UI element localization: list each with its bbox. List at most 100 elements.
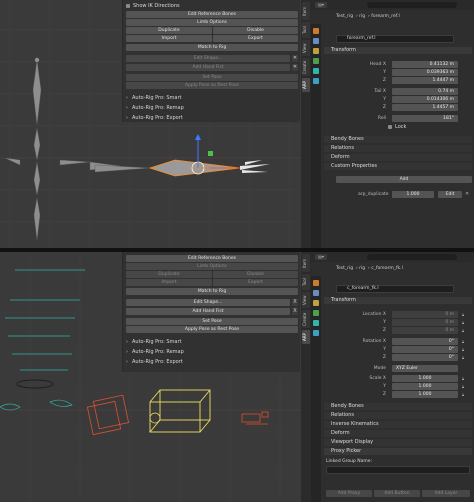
hand-fist-close-icon[interactable]: ✕: [292, 64, 298, 71]
disable-button-b[interactable]: Disable: [213, 271, 298, 278]
import-button-b[interactable]: Import: [126, 279, 212, 286]
tab-tool-b[interactable]: Tool: [302, 274, 310, 290]
tab-arp-b[interactable]: ARP: [302, 330, 310, 344]
transform-header-b[interactable]: Transform: [324, 297, 472, 304]
tail-y-field[interactable]: 0.014306 m: [392, 96, 458, 103]
deform-header[interactable]: Deform: [324, 154, 472, 161]
section-smart[interactable]: › Auto-Rig Pro: Smart: [126, 95, 181, 101]
edit-shape-button[interactable]: Edit Shape...: [126, 55, 290, 62]
teal-controllers[interactable]: [5, 269, 85, 371]
output-tab-icon[interactable]: [313, 48, 319, 54]
rot-x-field[interactable]: 0°: [392, 338, 458, 345]
lock-icon[interactable]: 🔒︎: [462, 376, 464, 381]
lock-icon[interactable]: 🔒︎: [462, 355, 464, 360]
section-smart-b[interactable]: › Auto-Rig Pro: Smart: [126, 339, 181, 345]
loc-x-field[interactable]: 0 m: [392, 311, 458, 318]
limb-options-button-b[interactable]: Limb Options: [126, 263, 298, 270]
bendy-bones-header[interactable]: Bendy Bones: [324, 136, 472, 143]
deform-header-b[interactable]: Deform: [324, 430, 472, 437]
add-hand-fist-button-b[interactable]: Add Hand Fist: [126, 308, 290, 315]
limb-options-button[interactable]: Limb Options: [126, 19, 298, 26]
duplicate-button-b[interactable]: Duplicate: [126, 271, 212, 278]
set-pose-button[interactable]: Set Pose: [126, 74, 298, 81]
bone-name-field-b[interactable]: c_forearm_fk.l: [336, 285, 454, 293]
add-proxy-button[interactable]: Add Proxy: [326, 490, 372, 497]
linked-group-input[interactable]: [326, 466, 470, 474]
root-circle[interactable]: [16, 379, 54, 389]
bendy-bones-header-b[interactable]: Bendy Bones: [324, 403, 472, 410]
lock-checkbox[interactable]: [388, 125, 392, 129]
render-tab-icon-b[interactable]: [313, 290, 319, 296]
tool-tab-icon[interactable]: [313, 28, 319, 34]
lock-icon[interactable]: 🔒︎: [462, 312, 464, 317]
spine-bones[interactable]: [4, 59, 121, 241]
scale-z-field[interactable]: 1.000: [392, 391, 458, 398]
output-tab-icon-b[interactable]: [313, 300, 319, 306]
rotation-mode-select[interactable]: XYZ Euler: [392, 365, 458, 372]
export-button[interactable]: Export: [213, 35, 298, 42]
custom-prop-value[interactable]: 1.000: [392, 191, 434, 198]
section-export[interactable]: › Auto-Rig Pro: Export: [126, 115, 183, 121]
area-divider[interactable]: [0, 248, 474, 252]
finger-bones[interactable]: [240, 160, 270, 173]
edit-shape-button-b[interactable]: Edit Shape...: [126, 299, 290, 306]
tab-view[interactable]: View: [302, 40, 310, 56]
apply-pose-button[interactable]: Apply Pose as Rest Pose: [126, 82, 298, 89]
lock-icon[interactable]: 🔒︎: [462, 320, 464, 325]
tab-create-b[interactable]: Create: [302, 310, 310, 328]
lock-icon[interactable]: 🔒︎: [462, 339, 464, 344]
edit-property-button[interactable]: Edit: [438, 191, 462, 198]
section-export-b[interactable]: › Auto-Rig Pro: Export: [126, 359, 183, 365]
tab-view-b[interactable]: View: [302, 292, 310, 308]
red-arm-controls[interactable]: [86, 394, 269, 436]
remove-property-icon[interactable]: ✕: [465, 191, 469, 197]
apply-pose-button-b[interactable]: Apply Pose as Rest Pose: [126, 326, 298, 333]
set-pose-button-b[interactable]: Set Pose: [126, 318, 298, 325]
export-button-b[interactable]: Export: [213, 279, 298, 286]
transform-header[interactable]: Transform: [324, 47, 472, 54]
lock-icon[interactable]: 🔒︎: [462, 384, 464, 389]
disable-button[interactable]: Disable: [213, 27, 298, 34]
edit-shape-close-icon[interactable]: ✕: [292, 55, 298, 62]
gizmo-plane-handle[interactable]: [208, 151, 213, 156]
show-ik-checkbox[interactable]: [126, 4, 130, 8]
match-to-rig-button[interactable]: Match to Rig: [126, 44, 298, 51]
lock-icon[interactable]: 🔒︎: [462, 392, 464, 397]
ik-header[interactable]: Inverse Kinematics: [324, 421, 472, 428]
section-remap[interactable]: › Auto-Rig Pro: Remap: [126, 105, 184, 111]
match-to-rig-button-b[interactable]: Match to Rig: [126, 288, 298, 295]
relations-header-b[interactable]: Relations: [324, 412, 472, 419]
bone-tab-icon-b[interactable]: [313, 320, 319, 326]
bone-name-field[interactable]: forearm_ref.l: [336, 35, 454, 43]
custom-properties-header[interactable]: Custom Properties: [324, 163, 472, 170]
rot-z-field[interactable]: 0°: [392, 354, 458, 361]
rot-y-field[interactable]: 0°: [392, 346, 458, 353]
import-button[interactable]: Import: [126, 35, 212, 42]
tail-z-field[interactable]: 1.4457 m: [392, 104, 458, 111]
head-x-field[interactable]: 0.41132 m: [392, 61, 458, 68]
tab-item-b[interactable]: Item: [302, 254, 310, 272]
render-tab-icon[interactable]: [313, 38, 319, 44]
viewport-display-header[interactable]: Viewport Display: [324, 439, 472, 446]
tool-tab-icon-b[interactable]: [313, 280, 319, 286]
edit-reference-bones-button-b[interactable]: Edit Reference Bones: [126, 255, 298, 262]
lock-icon[interactable]: 🔒︎: [462, 347, 464, 352]
constraint-tab-icon[interactable]: [313, 78, 319, 84]
section-remap-b[interactable]: › Auto-Rig Pro: Remap: [126, 349, 184, 355]
add-layer-button[interactable]: Add Layer: [422, 490, 470, 497]
scale-y-field[interactable]: 1.000: [392, 383, 458, 390]
tab-arp[interactable]: ARP: [302, 78, 310, 92]
tab-item[interactable]: Item: [302, 2, 310, 20]
tab-create[interactable]: Create: [302, 58, 310, 76]
tail-x-field[interactable]: 0.74 m: [392, 88, 458, 95]
add-hand-fist-button[interactable]: Add Hand Fist: [126, 64, 290, 71]
scale-x-field[interactable]: 1.000: [392, 375, 458, 382]
roll-field[interactable]: 181°: [392, 115, 458, 122]
hand-fist-close-icon-b[interactable]: X: [292, 308, 298, 315]
add-property-button[interactable]: Add: [336, 176, 472, 183]
tab-tool[interactable]: Tool: [302, 22, 310, 38]
head-z-field[interactable]: 1.4447 m: [392, 77, 458, 84]
constraint-tab-icon-b[interactable]: [313, 330, 319, 336]
add-button-button[interactable]: Add Button: [374, 490, 420, 497]
upperarm-bone[interactable]: [94, 164, 151, 173]
